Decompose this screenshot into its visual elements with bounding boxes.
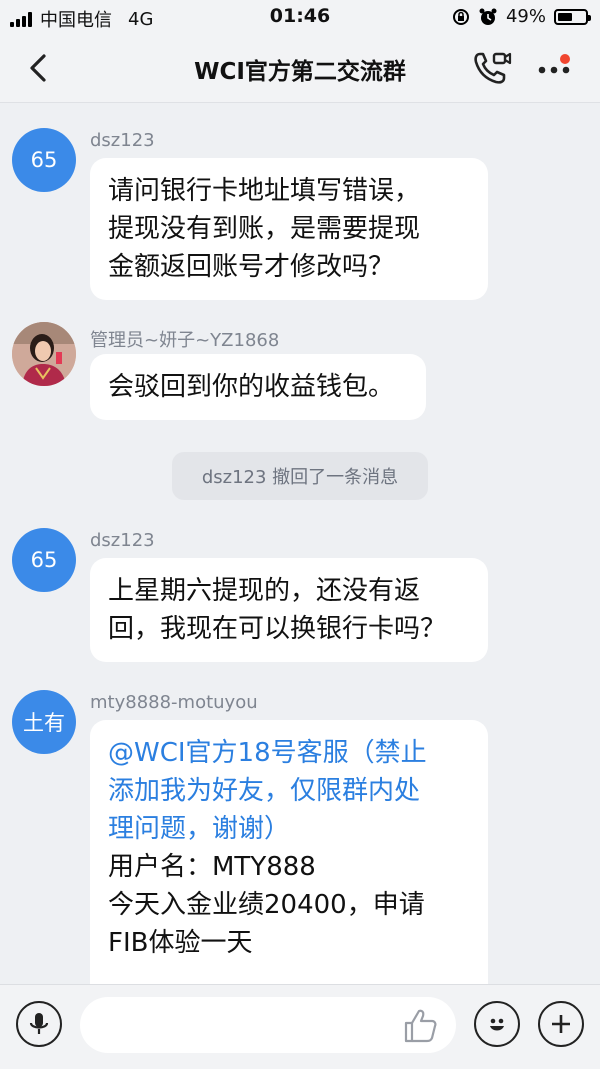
thumbs-up-icon[interactable] — [400, 1007, 440, 1045]
profile-photo — [12, 322, 76, 386]
message-bubble[interactable]: 会驳回到你的收益钱包。 — [90, 354, 426, 420]
message-bubble[interactable]: 上星期六提现的，还没有返 回，我现在可以换银行卡吗？ — [90, 558, 488, 662]
sender-name: mty8888-motuyou — [90, 692, 258, 713]
more-button[interactable] — [532, 50, 576, 86]
sender-name: 管理员~妍子~YZ1868 — [90, 330, 280, 351]
message-line: 请问银行卡地址填写错误， — [108, 176, 421, 206]
avatar[interactable]: 65 — [12, 528, 76, 592]
alarm-icon — [479, 8, 497, 25]
message-line: 用户名：MTY888 — [108, 852, 316, 882]
message-line: 今天入金业绩20400，申请 — [108, 890, 425, 920]
message-line: 上星期六提现的，还没有返 — [108, 576, 421, 606]
status-right: 49% — [452, 6, 591, 27]
microphone-icon — [29, 1013, 49, 1034]
avatar[interactable] — [12, 322, 76, 386]
recall-notice: dsz123 撤回了一条消息 — [172, 452, 428, 500]
avatar[interactable]: 土有 — [12, 690, 76, 754]
message-bubble[interactable]: 请问银行卡地址填写错误， 提现没有到账，是需要提现 金额返回账号才修改吗？ — [90, 158, 488, 300]
chat-header: WCI官方第二交流群 — [0, 34, 600, 103]
emoji-icon — [490, 1018, 504, 1031]
message-line: 提现没有到账，是需要提现 — [108, 214, 421, 244]
message-line: 金额返回账号才修改吗？ — [108, 252, 395, 282]
message-line: 会驳回到你的收益钱包。 — [108, 372, 395, 402]
emoji-button[interactable] — [474, 1001, 520, 1047]
notification-dot — [560, 54, 570, 64]
battery-percent: 49% — [505, 6, 546, 27]
video-call-icon[interactable] — [472, 50, 512, 86]
rotation-lock-icon — [452, 8, 469, 25]
message-line: 回，我现在可以换银行卡吗？ — [108, 614, 447, 644]
more-icon — [538, 66, 570, 74]
avatar[interactable]: 65 — [12, 128, 76, 192]
mention-link[interactable]: 理问题，谢谢） — [108, 810, 470, 848]
message-bubble[interactable]: @WCI官方18号客服（禁止 添加我为好友，仅限群内处 理问题，谢谢） 用户名：… — [90, 720, 488, 1000]
plus-icon — [552, 1015, 570, 1033]
mention-link[interactable]: 添加我为好友，仅限群内处 — [108, 772, 470, 810]
add-button[interactable] — [538, 1001, 584, 1047]
battery-icon — [554, 8, 591, 25]
message-line: FIB体验一天 — [108, 928, 253, 958]
sender-name: dsz123 — [90, 530, 155, 551]
sender-name: dsz123 — [90, 130, 155, 151]
mention-link[interactable]: @WCI官方18号客服（禁止 — [108, 734, 470, 772]
voice-button[interactable] — [16, 1001, 62, 1047]
status-bar: 中国电信 4G 01:46 49% — [0, 0, 600, 34]
input-bar — [0, 984, 600, 1069]
